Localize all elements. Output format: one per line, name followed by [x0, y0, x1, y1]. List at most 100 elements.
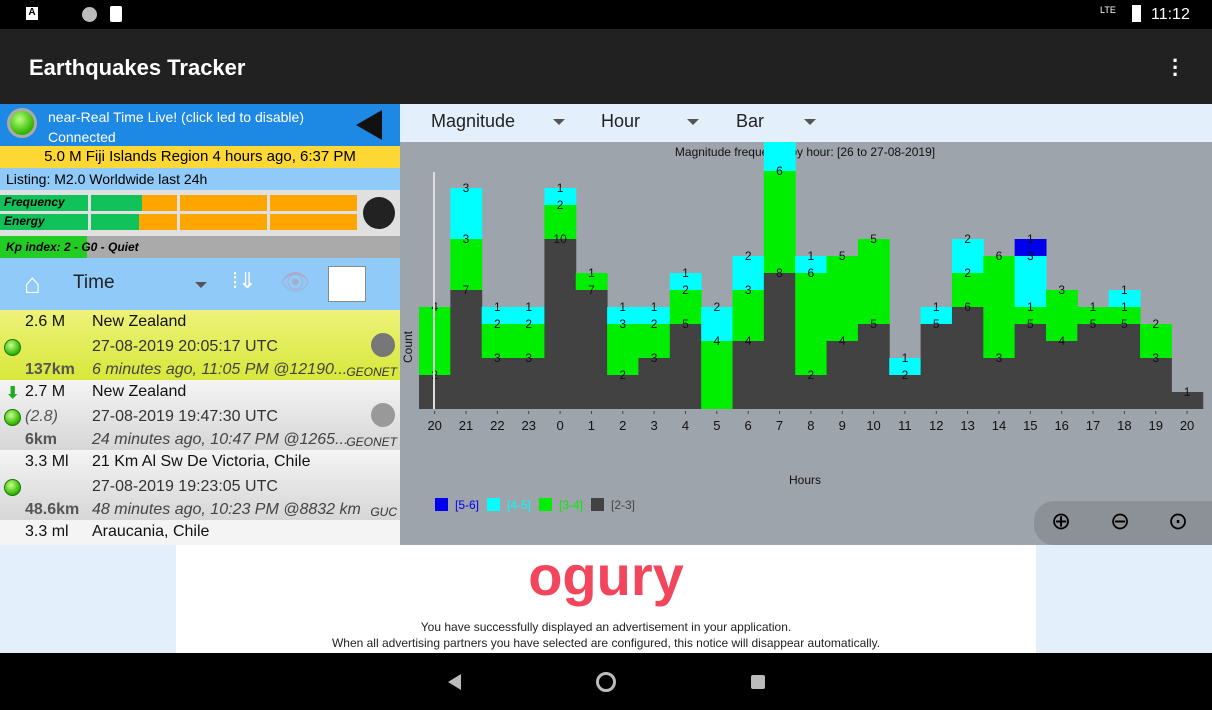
data-label: 1 [808, 249, 815, 263]
data-label: 2 [902, 368, 909, 382]
x-tick-label: 9 [839, 418, 846, 433]
sort-down-icon[interactable]: ⁞⇓ [232, 268, 257, 294]
data-label: 1 [619, 300, 626, 314]
zoom-reset-icon[interactable]: ⊙ [1168, 507, 1188, 536]
sd-card-icon [110, 6, 122, 22]
data-label: 5 [1090, 317, 1097, 331]
data-label: 6 [964, 300, 971, 314]
network-type: LTE [1100, 5, 1116, 15]
chart[interactable]: Magnitude frequency by hour: [26 to 27-0… [400, 142, 1212, 545]
data-label: 1 [1027, 232, 1034, 246]
globe-icon[interactable] [363, 197, 395, 229]
data-label: 1 [1121, 283, 1128, 297]
data-label: 1 [494, 300, 501, 314]
x-tick-label: 4 [682, 418, 689, 433]
home-nav-icon[interactable] [596, 672, 616, 692]
map-dot-icon[interactable] [371, 403, 395, 427]
sync-icon [82, 7, 97, 22]
x-tick-label: 2 [619, 418, 626, 433]
energy-label: Energy [4, 214, 45, 228]
quake-relative-time: 24 minutes ago, 10:47 PM @1265... [92, 431, 349, 448]
bar-segment [795, 273, 828, 375]
quake-list-item[interactable]: 2.7 M New Zealand 27-08-2019 19:47:30 UTC 6… [0, 380, 400, 450]
ad-banner[interactable]: ogury You have successfully displayed an… [176, 545, 1036, 653]
chart-type-spinner[interactable]: Bar [736, 111, 816, 132]
variable-spinner[interactable]: Magnitude [431, 111, 565, 132]
x-tick-label: 20 [1180, 418, 1194, 433]
data-label: 3 [463, 181, 470, 195]
bar-segment [1108, 324, 1141, 409]
news-icon[interactable] [328, 266, 366, 302]
status-led-icon [4, 409, 21, 426]
data-label: 6 [808, 266, 815, 280]
x-tick-label: 18 [1117, 418, 1131, 433]
app-title: Earthquakes Tracker [29, 55, 246, 80]
quake-place: Araucania, Chile [92, 523, 210, 540]
data-label: 2 [525, 317, 532, 331]
quake-utc-time: 27-08-2019 19:47:30 UTC [92, 408, 278, 425]
quake-place: 21 Km Al Sw De Victoria, Chile [92, 453, 311, 470]
data-label: 2 [964, 232, 971, 246]
eye-icon[interactable]: 👁 [280, 268, 310, 297]
bar-segment [544, 239, 577, 409]
quake-list-item[interactable]: 3.3 ml Araucania, Chile [0, 520, 400, 545]
dropdown-arrow-icon [195, 282, 207, 288]
data-label: 1 [902, 351, 909, 365]
dropdown-arrow-icon [553, 119, 565, 125]
status-led-icon [4, 479, 21, 496]
home-icon[interactable]: ⌂ [24, 270, 41, 298]
back-icon[interactable] [448, 674, 461, 690]
quake-list-item[interactable]: 2.6 M New Zealand 27-08-2019 20:05:17 UTC 1… [0, 310, 400, 380]
legend-swatch [435, 498, 448, 511]
connection-status: Connected [48, 129, 116, 145]
x-axis-label: Hours [789, 473, 821, 487]
data-label: 2 [745, 249, 752, 263]
map-dot-icon[interactable] [371, 333, 395, 357]
data-label: 2 [808, 368, 815, 382]
x-tick-label: 6 [745, 418, 752, 433]
data-label: 5 [870, 317, 877, 331]
data-label: 1 [651, 300, 658, 314]
quake-source: GUC [370, 505, 397, 519]
recents-icon[interactable] [751, 675, 765, 689]
data-label: 4 [745, 334, 752, 348]
quake-list-item[interactable]: 3.3 Ml 21 Km Al Sw De Victoria, Chile 27-0… [0, 450, 400, 520]
live-led-icon[interactable] [7, 108, 37, 138]
x-tick-label: 16 [1054, 418, 1068, 433]
dropdown-arrow-icon [804, 119, 816, 125]
bar-segment [701, 341, 733, 409]
quake-relative-time: 48 minutes ago, 10:23 PM @8832 km [92, 501, 361, 518]
bar-segment [481, 358, 514, 409]
x-tick-label: 11 [898, 418, 912, 433]
more-vert-icon[interactable]: · · · [1172, 50, 1179, 86]
data-label: 3 [996, 351, 1003, 365]
speaker-icon[interactable] [356, 110, 382, 140]
x-tick-label: 20 [427, 418, 441, 433]
bar-segment [983, 358, 1016, 409]
quake-magnitude: 2.6 M [25, 313, 66, 330]
grouping-spinner[interactable]: Hour [601, 111, 699, 132]
data-label: 2 [1152, 317, 1159, 331]
data-label: 3 [1058, 283, 1065, 297]
bar-segment [1077, 324, 1110, 409]
chart-title: Magnitude frequency by hour: [26 to 27-0… [675, 145, 935, 159]
navigation-bar [0, 653, 1212, 710]
data-label: 10 [553, 232, 567, 246]
app-bar: Earthquakes Tracker · · · [0, 29, 1212, 104]
quake-depth: 6km [25, 431, 58, 448]
data-label: 2 [557, 198, 564, 212]
zoom-out-icon[interactable]: ⊖ [1110, 507, 1130, 536]
x-tick-label: 10 [866, 418, 880, 433]
data-label: 2 [682, 283, 689, 297]
kp-index-bar: Kp index: 2 - G0 - Quiet [0, 236, 400, 258]
x-tick-label: 0 [556, 418, 563, 433]
quake-relative-time: 6 minutes ago, 11:05 PM @12190... [92, 361, 348, 378]
sort-spinner[interactable]: Time [73, 272, 213, 296]
ad-notice-line2: When all advertising partners you have s… [331, 636, 881, 650]
zoom-in-icon[interactable]: ⊕ [1051, 507, 1071, 536]
sort-toolbar: ⌂ Time ⁞⇓ 👁 [0, 258, 400, 310]
quake-place: New Zealand [92, 383, 187, 400]
data-label: 3 [1152, 351, 1159, 365]
data-label: 4 [839, 334, 846, 348]
latest-alert[interactable]: 5.0 M Fiji Islands Region 4 hours ago, 6… [0, 146, 400, 168]
